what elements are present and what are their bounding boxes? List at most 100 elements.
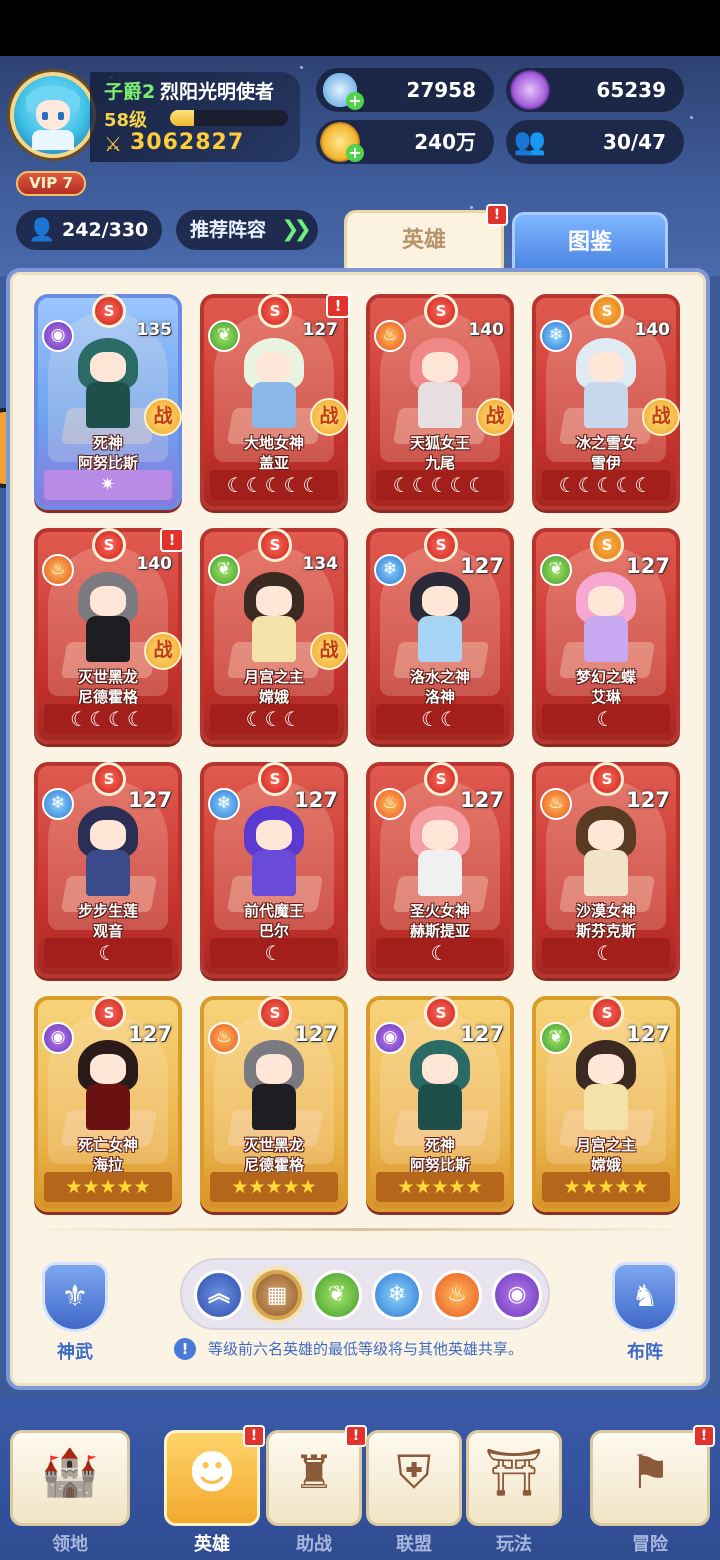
moon-rating: ☾ xyxy=(430,941,450,965)
hero-title: 步步生莲 xyxy=(77,902,138,920)
hero-card[interactable]: ❦ S 127 战大地女神 盖亚 ☾☾☾☾☾! xyxy=(200,294,350,510)
element-ice-icon: ❄ xyxy=(208,788,240,820)
player-rank: 子爵2 xyxy=(104,81,156,103)
hero-rank-strip: ☾☾☾☾☾ xyxy=(542,470,670,500)
hero-title: 灭世黑龙 xyxy=(243,1136,304,1154)
crystal-resource[interactable]: + 27958 xyxy=(316,68,494,112)
nav-label: 联盟 xyxy=(396,1534,432,1555)
element-fire-icon: ♨ xyxy=(42,554,74,586)
hero-card[interactable]: ◉ S 135 战死神 阿努比斯 ✷ xyxy=(34,294,182,510)
hero-rank-strip: ★★★★★ xyxy=(376,1172,504,1202)
orb-resource[interactable]: 65239 xyxy=(506,68,684,112)
filter-ice-icon[interactable]: ❄ xyxy=(372,1270,422,1320)
in-battle-badge: 战 xyxy=(144,632,182,670)
star-rating: ★★★★★ xyxy=(231,1176,317,1198)
vip-badge[interactable]: VIP 7 xyxy=(16,171,86,196)
grade-badge: S xyxy=(92,294,126,328)
filter-dark-icon[interactable]: ◉ xyxy=(492,1270,542,1320)
hero-rank-strip: ☾☾☾☾☾ xyxy=(210,470,338,500)
recommend-label: 推荐阵容 xyxy=(190,219,267,241)
hero-level: 140 xyxy=(468,320,505,340)
add-crystal-button[interactable]: + xyxy=(346,92,364,110)
hero-title: 圣火女神 xyxy=(409,902,470,920)
hero-card[interactable]: ❄ S 127 前代魔王 巴尔 ☾ xyxy=(200,762,348,978)
hero-card[interactable]: ❦ S 127 月宫之主 嫦娥 ★★★★★ xyxy=(532,996,680,1212)
recommend-lineup-button[interactable]: 推荐阵容 ❯❯ xyxy=(176,210,318,250)
filter-all-icon[interactable]: ▦ xyxy=(252,1270,302,1320)
tab-heroes-alert-badge: ! xyxy=(486,204,508,226)
hero-card[interactable]: ❦ S 127 梦幻之蝶 艾琳 ☾ xyxy=(532,528,680,744)
hero-level: 127 xyxy=(460,1022,504,1046)
hero-slots[interactable]: 👤 242/330 xyxy=(16,210,162,250)
hero-card[interactable]: ♨ S 140 战天狐女王 九尾 ☾☾☾☾☾ xyxy=(366,294,514,510)
hero-level: 134 xyxy=(302,554,339,574)
nav-label: 玩法 xyxy=(496,1534,532,1555)
tab-codex[interactable]: 图鉴 xyxy=(512,212,668,270)
gate-icon: ⛩ xyxy=(484,1445,544,1499)
grade-badge: S xyxy=(92,528,126,562)
filter-rank-icon[interactable]: ︽ xyxy=(194,1270,244,1320)
avatar-eye xyxy=(42,112,48,120)
hero-card[interactable]: ♨ S 127 沙漠女神 斯芬克斯 ☾ xyxy=(532,762,680,978)
element-nature-icon: ❦ xyxy=(540,554,572,586)
swords-icon: ⚔ xyxy=(104,132,122,156)
hero-title: 月宫之主 xyxy=(243,668,304,686)
hero-sprite xyxy=(404,806,476,898)
nav-alert-badge: ! xyxy=(693,1425,715,1447)
tab-heroes[interactable]: 英雄 xyxy=(344,210,504,272)
nav-castle[interactable]: 🏰 xyxy=(10,1430,130,1526)
player-level: 58级 xyxy=(104,110,148,131)
hero-sprite xyxy=(72,572,144,664)
hero-card[interactable]: ♨ S 127 圣火女神 赫斯提亚 ☾ xyxy=(366,762,514,978)
friends-resource[interactable]: 👥 30/47 xyxy=(506,120,684,164)
orb-icon xyxy=(510,70,550,110)
hero-title: 前代魔王 xyxy=(243,902,304,920)
hero-card[interactable]: ❄ S 127 步步生莲 观音 ☾ xyxy=(34,762,182,978)
nav-alliance[interactable]: ⛨ xyxy=(366,1430,462,1526)
element-nature-icon: ❦ xyxy=(540,1022,572,1054)
hero-level: 140 xyxy=(634,320,671,340)
hero-level: 127 xyxy=(626,554,670,578)
hero-card[interactable]: ◉ S 127 死亡女神 海拉 ★★★★★ xyxy=(34,996,182,1212)
filter-fire-icon[interactable]: ♨ xyxy=(432,1270,482,1320)
hero-title: 死神 xyxy=(92,434,123,452)
grade-badge: S xyxy=(424,996,458,1030)
nav-gate[interactable]: ⛩ xyxy=(466,1430,562,1526)
hero-sprite xyxy=(238,338,310,430)
star-decoration xyxy=(470,206,473,209)
hero-card[interactable]: ♨ S 127 灭世黑龙 尼德霍格 ★★★★★ xyxy=(200,996,348,1212)
nav-label: 英雄 xyxy=(194,1534,230,1555)
nav-assist[interactable]: ♜! xyxy=(266,1425,367,1526)
filter-nature-icon[interactable]: ❦ xyxy=(312,1270,362,1320)
wing-shield-icon: ⚜ xyxy=(42,1262,108,1332)
grade-badge: S xyxy=(590,294,624,328)
friends-icon: 👥 xyxy=(513,127,547,157)
moon-rating: ✷ xyxy=(99,474,117,495)
hero-rank-strip: ✷ xyxy=(44,470,172,500)
grade-badge: S xyxy=(424,528,458,562)
hero-level: 127 xyxy=(626,788,670,812)
hero-card[interactable]: ◉ S 127 死神 阿努比斯 ★★★★★ xyxy=(366,996,514,1212)
hero-title: 梦幻之蝶 xyxy=(575,668,636,686)
nav-hero[interactable]: ☻! xyxy=(164,1425,265,1526)
avatar[interactable] xyxy=(10,72,96,158)
element-filter-bar: ︽ ▦ ❦ ❄ ♨ ◉ xyxy=(180,1258,550,1330)
divine-weapon-button[interactable]: ⚜ 神武 xyxy=(40,1262,110,1364)
element-ice-icon: ❄ xyxy=(42,788,74,820)
hero-rank-strip: ☾ xyxy=(210,938,338,968)
gold-resource[interactable]: + 240万 xyxy=(316,120,494,164)
in-battle-badge: 战 xyxy=(476,398,514,436)
hero-sprite xyxy=(570,1040,642,1132)
add-gold-button[interactable]: + xyxy=(346,144,364,162)
nav-flag[interactable]: ⚑! xyxy=(590,1425,715,1526)
divider xyxy=(22,1228,698,1231)
chess-knight-icon: ♞ xyxy=(612,1262,678,1332)
grade-badge: S xyxy=(590,528,624,562)
hero-card[interactable]: ❄ S 127 洛水之神 洛神 ☾☾ xyxy=(366,528,514,744)
nav-label: 助战 xyxy=(296,1534,332,1555)
hero-card[interactable]: ♨ S 140 战灭世黑龙 尼德霍格 ☾☾☾☾! xyxy=(34,528,184,744)
formation-button[interactable]: ♞ 布阵 xyxy=(610,1262,680,1364)
hero-card[interactable]: ❄ S 140 战冰之雪女 雪伊 ☾☾☾☾☾ xyxy=(532,294,680,510)
hero-card[interactable]: ❦ S 134 战月宫之主 嫦娥 ☾☾☾ xyxy=(200,528,348,744)
hero-rank-strip: ★★★★★ xyxy=(210,1172,338,1202)
